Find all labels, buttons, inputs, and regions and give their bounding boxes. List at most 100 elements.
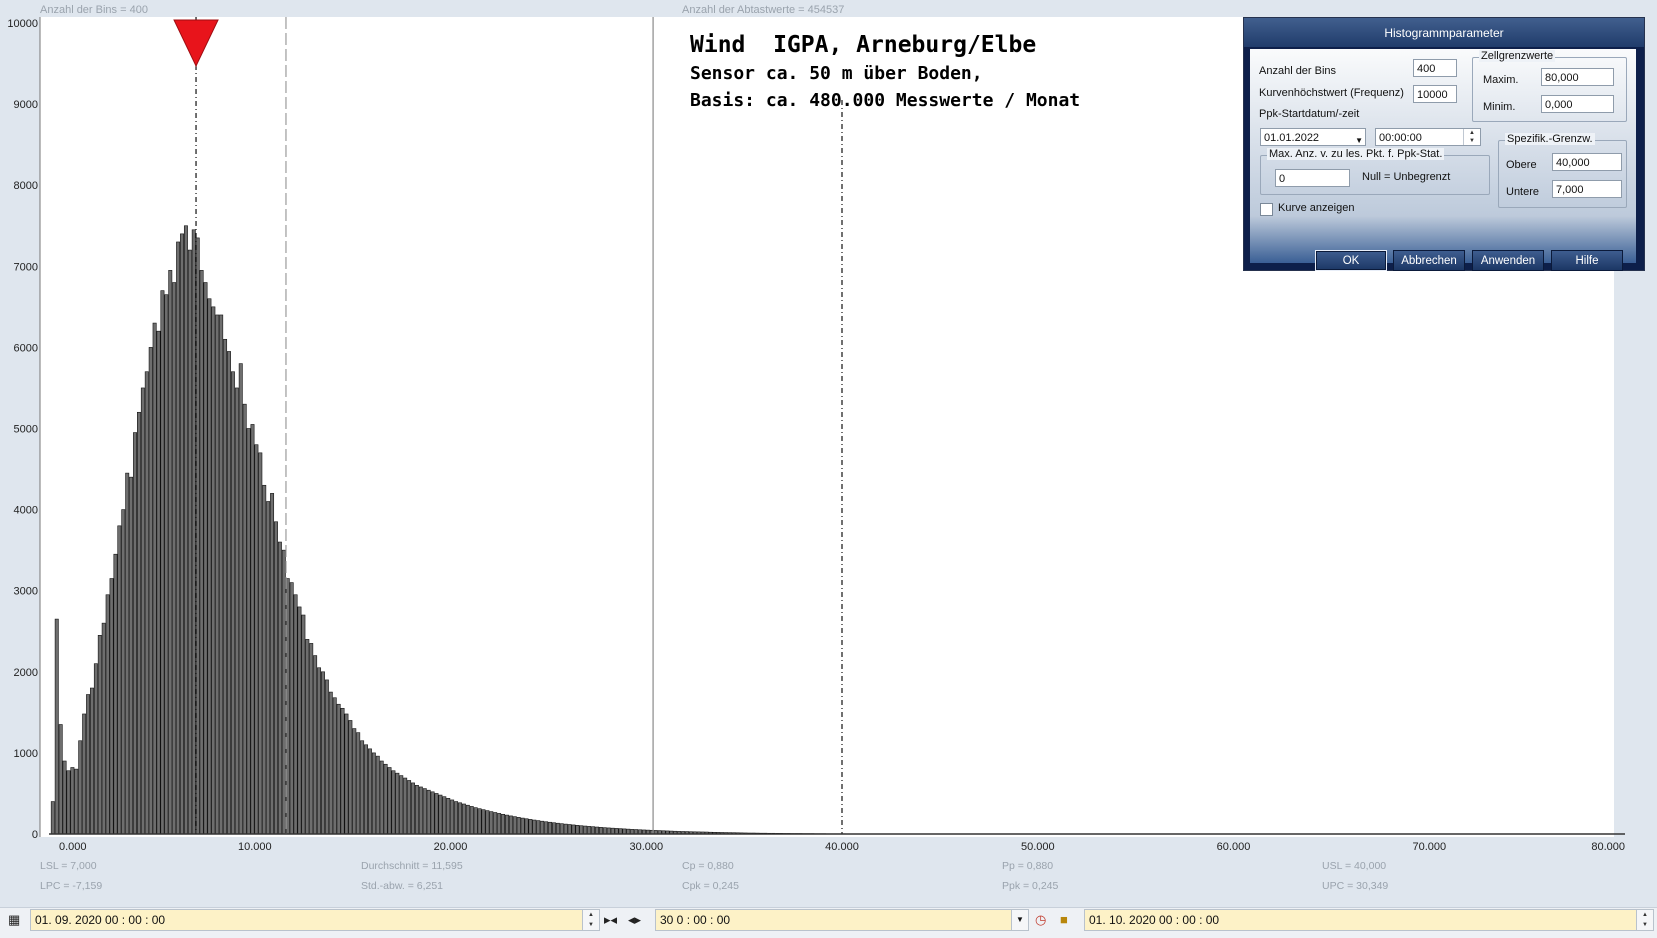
histogram-bar xyxy=(63,761,66,834)
histogram-bar xyxy=(415,785,418,834)
histogram-bar xyxy=(490,812,493,834)
start-datetime-input[interactable]: 01. 09. 2020 00 : 00 : 00 ▲▼ xyxy=(30,909,600,931)
title-line-3: Basis: ca. 480.000 Messwerte / Monat xyxy=(690,87,1080,114)
calendar-icon[interactable]: ▦ xyxy=(8,913,20,927)
histogram-bar xyxy=(90,688,93,834)
histogram-bar xyxy=(165,295,168,834)
histogram-bar xyxy=(310,643,313,834)
spec-limits-title: Spezifik.-Grenzw. xyxy=(1505,133,1595,145)
histogram-bar xyxy=(474,808,477,834)
histogram-bar xyxy=(176,242,179,834)
histogram-bar xyxy=(94,664,97,834)
end-datetime-value: 01. 10. 2020 00 : 00 : 00 xyxy=(1089,913,1219,927)
end-spinner-icon[interactable]: ▲▼ xyxy=(1636,910,1653,930)
freq-input[interactable]: 10000 xyxy=(1413,85,1457,103)
histogram-bar xyxy=(529,819,532,834)
histogram-bar xyxy=(400,776,403,834)
histogram-bar xyxy=(427,790,430,834)
histogram-bar xyxy=(623,829,626,834)
lock-icon[interactable]: ■ xyxy=(1060,913,1068,927)
histogram-bar xyxy=(55,619,58,834)
histogram-bar xyxy=(75,769,78,834)
histogram-bar xyxy=(247,429,250,835)
y-tick-label: 5000 xyxy=(14,424,38,436)
histogram-bar xyxy=(404,778,407,834)
show-curve-checkbox[interactable] xyxy=(1260,203,1273,216)
max-input[interactable]: 80,000 xyxy=(1541,68,1614,86)
stat-avg: Durchschnitt = 11,595 xyxy=(361,860,463,872)
x-tick-label: 10,000 xyxy=(238,841,272,850)
stat-cpk: Cpk = 0,245 xyxy=(682,880,739,892)
x-tick-label: 20,000 xyxy=(434,841,468,850)
null-unlimited-label: Null = Unbegrenzt xyxy=(1362,171,1450,183)
histogram-bar xyxy=(353,729,356,834)
histogram-bar xyxy=(580,826,583,834)
cancel-button[interactable]: Abbrechen xyxy=(1393,250,1465,271)
bins-label: Anzahl der Bins xyxy=(1259,65,1336,77)
histogram-bar xyxy=(451,800,454,834)
start-datetime-value: 01. 09. 2020 00 : 00 : 00 xyxy=(35,913,165,927)
min-input[interactable]: 0,000 xyxy=(1541,95,1614,113)
histogram-bar xyxy=(537,821,540,834)
histogram-bar xyxy=(357,733,360,834)
histogram-bar xyxy=(251,424,254,834)
histogram-bar xyxy=(513,817,516,834)
stat-upc: UPC = 30,349 xyxy=(1322,880,1388,892)
stat-lsl: LSL = 7,000 xyxy=(40,860,97,872)
histogram-bar xyxy=(556,823,559,834)
histogram-parameter-dialog[interactable]: Histogrammparameter Anzahl der Bins 400 … xyxy=(1243,17,1645,271)
ppk-time-input[interactable]: 00:00:00 ▲▼ xyxy=(1375,128,1481,146)
histogram-bar xyxy=(595,827,598,834)
lower-input[interactable]: 7,000 xyxy=(1552,180,1622,198)
histogram-bar xyxy=(141,388,144,834)
histogram-bar xyxy=(591,827,594,834)
histogram-bar xyxy=(454,802,457,834)
histogram-bar xyxy=(153,323,156,834)
histogram-bar xyxy=(419,787,422,834)
histogram-bar xyxy=(470,806,473,834)
start-spinner-icon[interactable]: ▲▼ xyxy=(582,910,599,930)
freq-label: Kurvenhöchstwert (Frequenz) xyxy=(1259,87,1404,99)
histogram-bar xyxy=(380,761,383,834)
histogram-bar xyxy=(560,824,563,834)
end-datetime-input[interactable]: 01. 10. 2020 00 : 00 : 00 ▲▼ xyxy=(1084,909,1654,931)
histogram-bar xyxy=(157,331,160,834)
y-tick-label: 6000 xyxy=(14,342,38,354)
histogram-bar xyxy=(302,615,305,834)
x-tick-label: 30,000 xyxy=(629,841,663,850)
stat-pp: Pp = 0,880 xyxy=(1002,860,1053,872)
histogram-bar xyxy=(447,798,450,834)
histogram-bar xyxy=(216,315,219,834)
histogram-bar xyxy=(149,347,152,834)
histogram-bar xyxy=(619,829,622,834)
stat-ppk: Ppk = 0,245 xyxy=(1002,880,1058,892)
collapse-range-icon[interactable]: ▸◂ xyxy=(604,913,617,927)
ok-button[interactable]: OK xyxy=(1315,250,1387,271)
help-button[interactable]: Hilfe xyxy=(1551,250,1623,271)
histogram-bar xyxy=(478,809,481,834)
duration-dropdown[interactable]: 30 0 : 00 : 00 ▼ xyxy=(655,909,1029,931)
histogram-bar xyxy=(497,813,500,834)
histogram-bar xyxy=(431,792,434,834)
max-points-input[interactable]: 0 xyxy=(1275,169,1350,187)
dialog-caption[interactable]: Histogrammparameter xyxy=(1244,18,1644,47)
histogram-bar xyxy=(458,803,461,834)
ppk-date-dropdown[interactable]: 01.01.2022 ▼ xyxy=(1260,128,1366,146)
apply-button[interactable]: Anwenden xyxy=(1472,250,1544,271)
histogram-bar xyxy=(588,826,591,834)
histogram-bar xyxy=(208,299,211,834)
chevron-down-icon[interactable]: ▼ xyxy=(1011,910,1028,930)
histogram-bar xyxy=(466,805,469,834)
histogram-bar xyxy=(98,635,101,834)
histogram-bar xyxy=(439,795,442,834)
lower-label: Untere xyxy=(1506,186,1539,198)
upper-input[interactable]: 40,000 xyxy=(1552,153,1622,171)
histogram-bar xyxy=(102,623,105,834)
expand-range-icon[interactable]: ◂▸ xyxy=(628,913,641,927)
histogram-bar xyxy=(384,764,387,834)
spinner-icon[interactable]: ▲▼ xyxy=(1463,129,1480,145)
histogram-bar xyxy=(71,768,74,835)
bins-input[interactable]: 400 xyxy=(1413,59,1457,77)
histogram-bar xyxy=(294,595,297,834)
clock-icon[interactable]: ◷ xyxy=(1035,913,1046,927)
